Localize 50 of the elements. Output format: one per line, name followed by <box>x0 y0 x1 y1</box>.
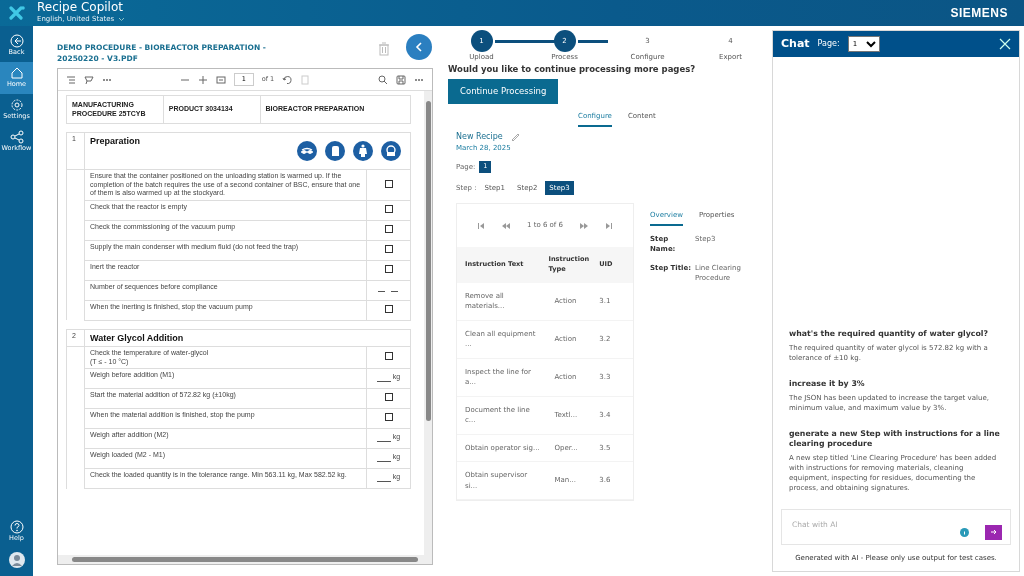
checkbox[interactable] <box>384 204 393 213</box>
pencil-icon[interactable] <box>510 131 520 142</box>
home-icon <box>9 66 24 81</box>
progress-line <box>578 40 608 43</box>
settings-icon <box>9 98 24 113</box>
info-icon[interactable] <box>960 527 969 537</box>
fit-page-icon[interactable] <box>215 74 226 85</box>
search-icon[interactable] <box>378 74 388 85</box>
coverall-icon <box>353 141 373 161</box>
chat-title: Chat <box>781 35 810 52</box>
last-page-icon[interactable] <box>605 221 613 230</box>
recipe-name[interactable]: New Recipe <box>456 130 503 143</box>
checkbox[interactable] <box>384 179 393 188</box>
brand-name: SIEMENS <box>950 5 1008 22</box>
checkbox[interactable] <box>384 304 393 313</box>
collapse-button[interactable] <box>406 34 432 60</box>
logo-icon <box>8 6 25 20</box>
close-icon[interactable] <box>999 38 1011 50</box>
save-icon[interactable] <box>396 74 406 85</box>
checkbox[interactable] <box>384 224 393 233</box>
chevron-left-icon <box>415 42 423 52</box>
question-text: Would you like to continue processing more pages? <box>448 62 697 76</box>
goggles-icon <box>297 141 317 161</box>
draw-icon[interactable] <box>84 74 94 85</box>
scrollbar[interactable] <box>424 91 432 555</box>
checkbox[interactable] <box>384 352 393 361</box>
checkbox[interactable] <box>384 393 393 402</box>
gloves-icon <box>325 141 345 161</box>
previous-page-icon[interactable] <box>500 221 511 230</box>
arrow-right-icon <box>990 529 997 535</box>
caret-icon <box>118 17 126 22</box>
first-page-icon[interactable] <box>476 221 485 230</box>
checkbox[interactable] <box>384 244 393 253</box>
rotate-icon[interactable] <box>282 74 293 85</box>
checkbox[interactable] <box>384 264 393 273</box>
section-title: Preparation <box>90 137 140 146</box>
section-title: Water Glycol Addition <box>90 333 184 342</box>
zoom-in-icon[interactable] <box>197 74 208 85</box>
app-title: Recipe Copilot <box>37 1 124 15</box>
send-button[interactable] <box>985 524 1002 540</box>
next-page-icon[interactable] <box>579 221 589 230</box>
checkbox[interactable] <box>384 413 393 422</box>
help-icon <box>9 520 24 535</box>
scrollbar[interactable] <box>58 555 432 564</box>
page-label: Page: <box>817 38 840 50</box>
back-icon <box>9 34 24 49</box>
mask-icon <box>381 141 401 161</box>
continue-processing-button[interactable]: Continue Processing <box>448 79 559 104</box>
workflow-icon <box>9 130 24 145</box>
avatar-icon[interactable] <box>8 552 25 568</box>
